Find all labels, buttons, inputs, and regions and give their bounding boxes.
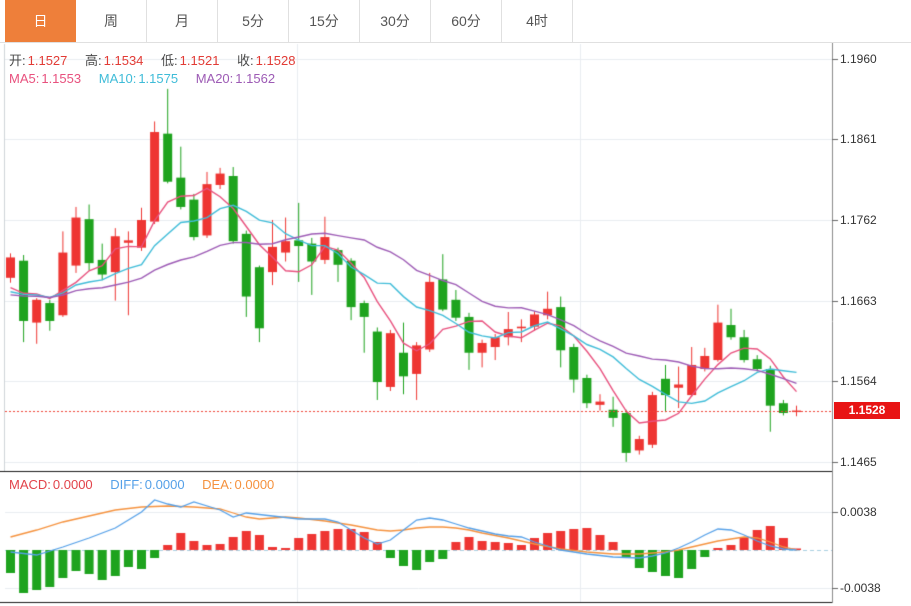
current-price-badge: 1.1528 xyxy=(834,402,900,419)
tab-month[interactable]: 月 xyxy=(147,0,218,42)
tab-60min[interactable]: 60分 xyxy=(431,0,502,42)
dea-value: 0.0000 xyxy=(235,477,275,492)
ma20-label: MA20: xyxy=(196,71,234,86)
open-label: 开: xyxy=(9,53,26,68)
tab-5min[interactable]: 5分 xyxy=(218,0,289,42)
tab-week[interactable]: 周 xyxy=(76,0,147,42)
close-value: 1.1528 xyxy=(256,53,296,68)
low-value: 1.1521 xyxy=(180,53,220,68)
dea-label: DEA: xyxy=(202,477,232,492)
ohlc-legend: 开:1.1527 高:1.1534 低:1.1521 收:1.1528 xyxy=(9,50,309,69)
ma5-label: MA5: xyxy=(9,71,39,86)
ma10-value: 1.1575 xyxy=(138,71,178,86)
close-label: 收: xyxy=(237,53,254,68)
candlestick-macd-chart-canvas[interactable] xyxy=(0,0,911,606)
high-label: 高: xyxy=(85,53,102,68)
low-label: 低: xyxy=(161,53,178,68)
macd-value: 0.0000 xyxy=(53,477,93,492)
tab-day[interactable]: 日 xyxy=(5,0,76,42)
tab-30min[interactable]: 30分 xyxy=(360,0,431,42)
ma5-value: 1.1553 xyxy=(41,71,81,86)
trading-chart-app: { "toolbar": { "tabs": [ {"label": "日", … xyxy=(0,0,911,606)
tab-15min[interactable]: 15分 xyxy=(289,0,360,42)
diff-value: 0.0000 xyxy=(145,477,185,492)
macd-label: MACD: xyxy=(9,477,51,492)
ma-legend: MA5:1.1553 MA10:1.1575 MA20:1.1562 xyxy=(9,71,289,86)
open-value: 1.1527 xyxy=(28,53,68,68)
diff-label: DIFF: xyxy=(110,477,143,492)
timeframe-tabbar: 日 周 月 5分 15分 30分 60分 4时 xyxy=(0,0,911,43)
tab-4hour[interactable]: 4时 xyxy=(502,0,573,42)
macd-legend: MACD:0.0000 DIFF:0.0000 DEA:0.0000 xyxy=(9,477,288,492)
high-value: 1.1534 xyxy=(104,53,144,68)
ma10-label: MA10: xyxy=(99,71,137,86)
ma20-value: 1.1562 xyxy=(235,71,275,86)
